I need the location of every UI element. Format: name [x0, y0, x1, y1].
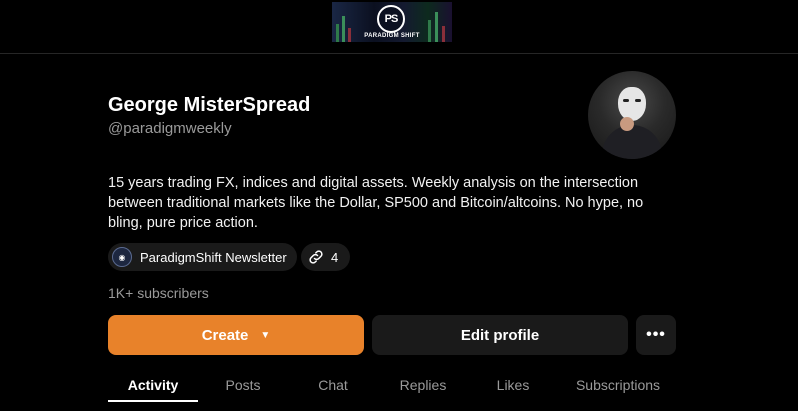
tab-replies[interactable]: Replies — [378, 366, 468, 402]
more-options-button[interactable]: ••• — [636, 315, 676, 355]
newsletter-chip[interactable]: ◉ ParadigmShift Newsletter — [108, 243, 297, 271]
avatar-hand — [620, 117, 634, 131]
tab-chat[interactable]: Chat — [288, 366, 378, 402]
banner-brand-text: PARADIGM SHIFT — [364, 33, 420, 39]
edit-profile-label: Edit profile — [460, 326, 540, 344]
avatar-mask — [618, 87, 646, 121]
caret-down-icon: ▼ — [260, 329, 271, 341]
top-bar: PS PARADIGM SHIFT — [0, 0, 798, 54]
tab-likes[interactable]: Likes — [468, 366, 558, 402]
more-horizontal-icon: ••• — [646, 326, 666, 343]
create-button-label: Create — [201, 326, 249, 344]
edit-profile-button[interactable]: Edit profile — [372, 315, 628, 355]
profile-tabs: Activity Posts Chat Replies Likes Subscr… — [108, 366, 676, 402]
profile-name: George MisterSpread — [108, 94, 311, 116]
profile-bio: 15 years trading FX, indices and digital… — [108, 175, 644, 231]
avatar-eye — [623, 99, 629, 102]
publication-banner[interactable]: PS PARADIGM SHIFT — [332, 2, 452, 42]
avatar[interactable] — [588, 71, 676, 159]
profile-handle: @paradigmweekly — [108, 120, 232, 137]
tab-subscriptions[interactable]: Subscriptions — [560, 366, 676, 402]
links-count: 4 — [331, 249, 339, 265]
link-icon — [309, 250, 323, 264]
newsletter-chip-label: ParadigmShift Newsletter — [140, 249, 287, 265]
create-button[interactable]: Create ▼ — [108, 315, 364, 355]
tab-posts[interactable]: Posts — [198, 366, 288, 402]
subscriber-count: 1K+ subscribers — [108, 285, 209, 301]
avatar-eye — [635, 99, 641, 102]
paradigm-shift-logo: PS — [377, 5, 405, 33]
avatar-figure — [602, 125, 662, 159]
newsletter-thumbnail-icon: ◉ — [112, 247, 132, 267]
tab-activity[interactable]: Activity — [108, 366, 198, 402]
links-chip[interactable]: 4 — [301, 243, 350, 271]
